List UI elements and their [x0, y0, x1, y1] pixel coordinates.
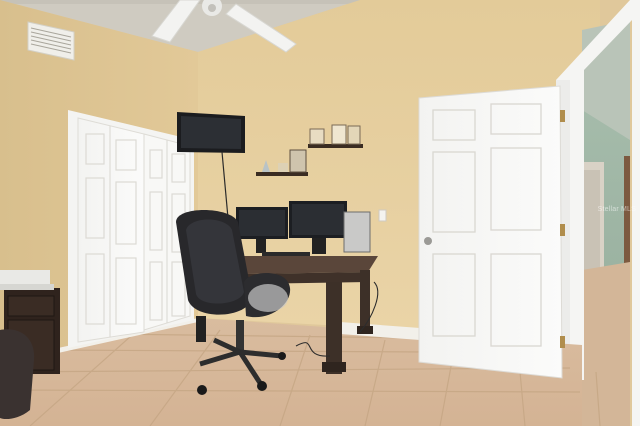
armchair	[0, 329, 35, 420]
light-switch	[378, 209, 387, 222]
room-door	[418, 85, 565, 379]
room-scene	[0, 0, 640, 426]
closet-doors	[68, 110, 194, 348]
watermark: Stellar MLS	[597, 206, 636, 213]
